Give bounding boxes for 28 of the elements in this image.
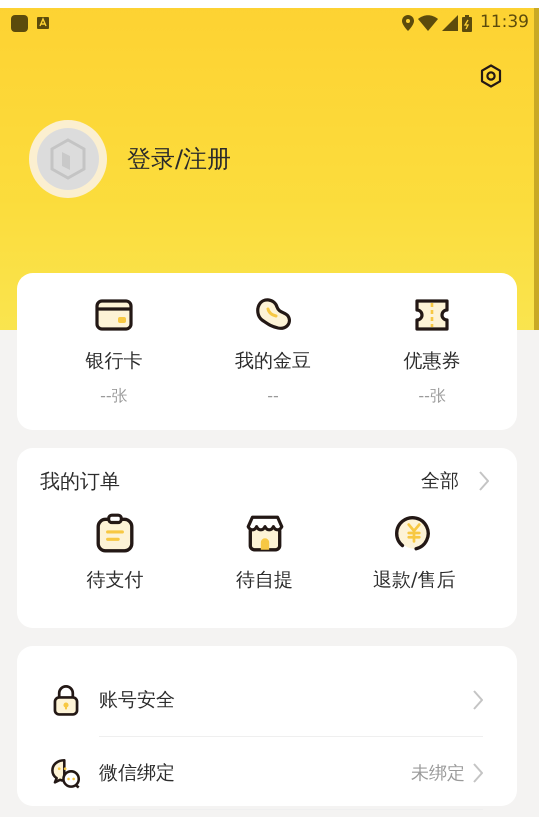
asset-value: --张 [418,384,446,406]
order-status-label[interactable]: 退款/售后 [372,566,456,594]
wifi-icon [418,15,438,31]
chat-bubbles-icon [49,756,83,790]
settings-icon[interactable] [479,64,503,88]
section-title: 我的订单 [40,468,120,495]
order-status-label[interactable]: 待支付 [86,566,144,594]
signal-icon [442,15,458,31]
battery-icon [462,14,472,32]
chevron-right-icon[interactable] [473,690,483,710]
asset-value: --张 [100,384,128,406]
asset-label[interactable]: 银行卡 [85,347,142,376]
keyboard-icon [37,17,49,29]
app-icon [10,14,29,32]
view-all-link[interactable]: 全部 [421,466,459,496]
chevron-right-icon[interactable] [473,763,483,783]
chevron-right-icon[interactable] [479,471,489,491]
menu-item-label[interactable]: 账号安全 [99,686,175,714]
asset-label[interactable]: 优惠券 [404,347,461,376]
login-link[interactable]: 登录/注册 [127,141,232,177]
location-icon [402,15,414,31]
menu-item-value: 未绑定 [411,762,465,786]
asset-value: -- [267,384,279,406]
clipboard-icon [94,512,136,554]
asset-label[interactable]: 我的金豆 [235,347,311,376]
menu-item-label[interactable]: 微信绑定 [99,758,175,788]
status-time: 11:39 [480,11,529,34]
order-status-label[interactable]: 待自提 [236,566,293,594]
